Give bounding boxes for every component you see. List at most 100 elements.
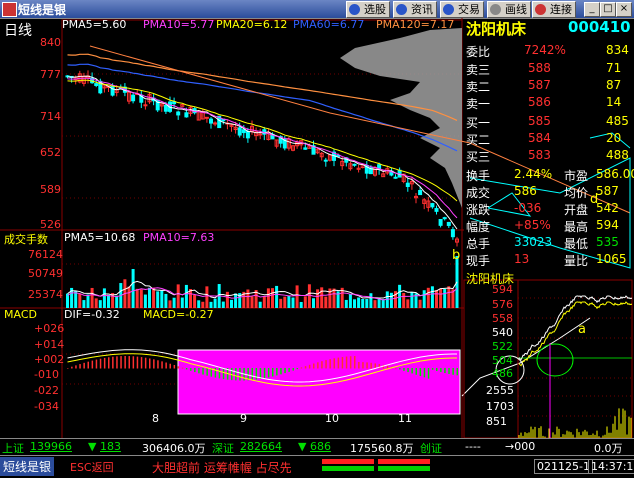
- macd-bar: [75, 365, 77, 369]
- sh-change-arrow: ▼: [88, 440, 97, 453]
- volume-bar: [143, 294, 147, 308]
- pencil-icon: [490, 4, 501, 15]
- volume-bar: [107, 294, 110, 308]
- volume-bar: [66, 293, 69, 308]
- macd-bar: [431, 368, 434, 370]
- sh-amount: 306406.0万: [142, 442, 206, 455]
- volume-bar: [221, 301, 225, 308]
- candle-body: [446, 221, 451, 226]
- stock-name: 沈阳机床: [466, 20, 527, 38]
- volume-bar: [168, 300, 172, 308]
- macd-bar: [267, 368, 270, 378]
- app-label[interactable]: 短线是银: [0, 457, 55, 476]
- xuangu-button[interactable]: 选股: [346, 1, 390, 18]
- macd-bar: [341, 356, 344, 369]
- cy-amount: 0.0万: [594, 442, 623, 455]
- ma5-label: PMA5=5.60: [62, 18, 127, 31]
- candle-body: [352, 163, 357, 166]
- macd-bar: [71, 366, 73, 369]
- close-button[interactable]: ×: [616, 2, 632, 17]
- maximize-button[interactable]: □: [600, 2, 616, 17]
- macd-bar: [403, 368, 405, 371]
- macd-bar: [308, 364, 311, 369]
- volume-bar: [373, 300, 377, 308]
- macd-bar: [120, 356, 122, 369]
- candle-body: [237, 127, 242, 136]
- volume-bar: [262, 296, 266, 308]
- macd-bar: [235, 368, 237, 381]
- volume-bar: [148, 287, 151, 308]
- candle-body: [163, 104, 168, 112]
- macd-bar: [300, 367, 303, 369]
- price-tick: 840: [40, 36, 61, 49]
- volume-bar: [184, 284, 188, 308]
- ma120-label: PMA120=7.17: [376, 18, 455, 31]
- sh-change: 183: [100, 440, 121, 453]
- volume-bar: [279, 298, 283, 308]
- macd-tick: -010: [34, 368, 59, 381]
- lianjie-button[interactable]: 连接: [532, 1, 576, 18]
- macd-bar: [144, 357, 147, 369]
- candle-body: [303, 147, 308, 150]
- volume-bar: [332, 288, 336, 308]
- ask-row: 卖二 587 87: [466, 78, 622, 94]
- sz-change: 686: [310, 440, 331, 453]
- date-tick: 11: [398, 412, 412, 425]
- price-tick: 777: [40, 68, 61, 81]
- volume-bar: [426, 287, 430, 308]
- macd-bar: [132, 356, 135, 369]
- macd-bar: [251, 368, 253, 381]
- minimize-button[interactable]: _: [584, 2, 600, 17]
- stat-row: 总手 33023 最低 535: [466, 235, 619, 251]
- volume-bar: [389, 292, 393, 308]
- macd-label: MACD=-0.27: [143, 308, 214, 321]
- globe-icon: [349, 4, 360, 15]
- intraday-vol-tick: 1703: [486, 400, 514, 413]
- sz-label[interactable]: 深证: [212, 440, 234, 456]
- ma20-label: PMA20=6.12: [216, 18, 288, 31]
- volume-bar: [234, 293, 238, 308]
- zixun-button[interactable]: 资讯: [393, 1, 437, 18]
- macd-bar: [112, 356, 114, 369]
- macd-bar: [272, 368, 274, 377]
- intraday-tick: 486: [492, 367, 513, 380]
- macd-bar: [407, 368, 409, 373]
- volume-tick: 50749: [28, 267, 63, 280]
- esc-return-button[interactable]: ESC返回: [70, 459, 114, 475]
- volume-bar: [94, 298, 98, 308]
- macd-bar: [124, 356, 126, 369]
- macd-title: MACD: [4, 308, 37, 321]
- candle-body: [94, 83, 99, 86]
- cy-arrow: →000: [505, 440, 536, 453]
- macd-bar: [169, 363, 171, 369]
- sz-change-arrow: ▼: [298, 440, 307, 453]
- period-label[interactable]: 日线: [4, 20, 32, 40]
- macd-bar: [349, 356, 352, 369]
- macd-bar: [415, 368, 417, 375]
- huaxian-button[interactable]: 画线: [487, 1, 531, 18]
- macd-bar: [116, 356, 118, 369]
- intraday-avg-line: [518, 301, 633, 367]
- volume-bar: [98, 300, 102, 308]
- macd-bar: [128, 356, 130, 369]
- macd-bar: [337, 357, 340, 369]
- volume-title: 成交手数: [4, 233, 48, 246]
- macd-bar: [292, 368, 294, 371]
- cy-label[interactable]: 创证: [420, 440, 442, 456]
- sz-amount: 175560.8万: [350, 442, 414, 455]
- macd-bar: [321, 361, 323, 369]
- macd-bar: [427, 368, 430, 379]
- jiaoyi-button[interactable]: 交易: [440, 1, 484, 18]
- marker-a: a: [578, 322, 586, 337]
- volume-bar: [377, 298, 381, 308]
- quote-panel: 沈阳机床 000410 委比 7242% 834 卖三 588 71 卖二 587 87 卖…: [464, 18, 634, 268]
- app-icon: [2, 2, 17, 17]
- macd-bar: [255, 368, 258, 380]
- intraday-vol-tick: 851: [486, 415, 507, 428]
- volume-bar: [250, 296, 254, 308]
- volume-bar: [307, 284, 311, 308]
- volume-bar: [418, 299, 422, 308]
- volume-bar: [435, 290, 438, 308]
- sh-label[interactable]: 上证: [2, 440, 24, 456]
- macd-bar: [354, 356, 356, 369]
